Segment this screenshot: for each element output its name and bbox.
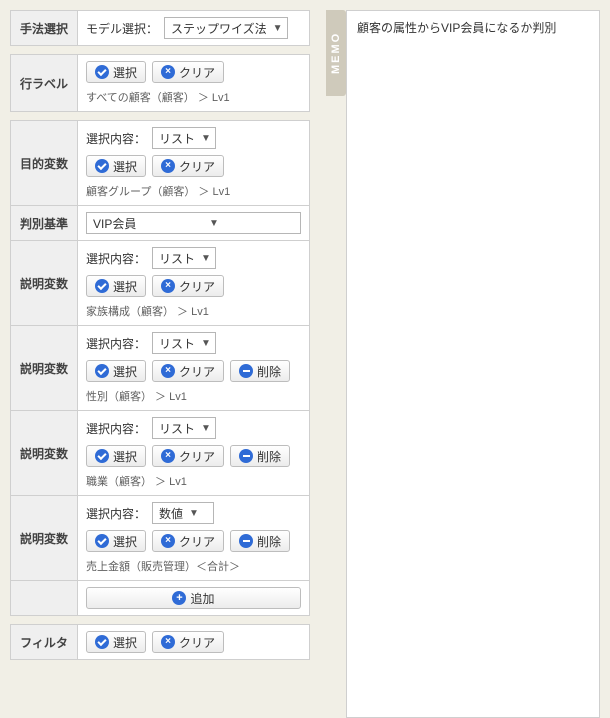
check-icon	[95, 65, 109, 79]
criterion-row: 判別基準 VIP会員 ▼	[11, 205, 309, 240]
close-icon	[161, 449, 175, 463]
row-label-label: 行ラベル	[11, 55, 78, 111]
memo-panel: MEMO 顧客の属性からVIP会員になるか判別	[326, 10, 600, 718]
exp2-clear-button[interactable]: クリア	[152, 360, 224, 382]
filter-group: フィルタ 選択 クリア	[10, 624, 310, 660]
check-icon	[95, 449, 109, 463]
settings-panel: 手法選択 モデル選択： ステップワイズ法 ▼ 行ラベル 選択	[10, 10, 310, 660]
filter-clear-button[interactable]: クリア	[152, 631, 224, 653]
exp3-clear-button[interactable]: クリア	[152, 445, 224, 467]
row-label-info: すべての顧客（顧客） ＞ Lv1	[86, 89, 301, 105]
objective-select-button[interactable]: 選択	[86, 155, 146, 177]
explanatory-label: 説明変数	[11, 326, 78, 410]
objective-type-select[interactable]: リスト ▼	[152, 127, 216, 149]
close-icon	[161, 65, 175, 79]
objective-info: 顧客グループ（顧客） ＞ Lv1	[86, 183, 301, 199]
exp4-clear-button[interactable]: クリア	[152, 530, 224, 552]
exp1-select-button[interactable]: 選択	[86, 275, 146, 297]
exp2-select-button[interactable]: 選択	[86, 360, 146, 382]
plus-icon	[172, 591, 186, 605]
row-label-group: 行ラベル 選択 クリア すべての顧客（顧客） ＞ Lv1	[10, 54, 310, 112]
exp1-info: 家族構成（顧客） ＞ Lv1	[86, 303, 301, 319]
minus-icon	[239, 534, 253, 548]
close-icon	[161, 364, 175, 378]
exp2-info: 性別（顧客） ＞ Lv1	[86, 388, 301, 404]
memo-tab[interactable]: MEMO	[326, 10, 346, 96]
criterion-label: 判別基準	[11, 206, 78, 240]
exp3-select-button[interactable]: 選択	[86, 445, 146, 467]
minus-icon	[239, 364, 253, 378]
chevron-down-icon: ▼	[201, 253, 211, 264]
chevron-down-icon: ▼	[273, 23, 283, 34]
explanatory-row-4: 説明変数 選択内容： 数値▼ 選択 クリア 削除 売上金額（販売管理）＜合計＞	[11, 495, 309, 580]
explanatory-label: 説明変数	[11, 496, 78, 580]
exp4-delete-button[interactable]: 削除	[230, 530, 290, 552]
chevron-down-icon: ▼	[209, 218, 219, 229]
exp1-type-select[interactable]: リスト▼	[152, 247, 216, 269]
objective-label: 目的変数	[11, 121, 78, 205]
variables-group: 目的変数 選択内容： リスト ▼ 選択 クリア 顧客グループ（顧客） ＞ Lv1…	[10, 120, 310, 616]
explanatory-label: 説明変数	[11, 241, 78, 325]
exp2-delete-button[interactable]: 削除	[230, 360, 290, 382]
chevron-down-icon: ▼	[201, 133, 211, 144]
explanatory-row-2: 説明変数 選択内容： リスト▼ 選択 クリア 削除 性別（顧客） ＞ Lv1	[11, 325, 309, 410]
close-icon	[161, 534, 175, 548]
exp4-info: 売上金額（販売管理）＜合計＞	[86, 558, 301, 574]
close-icon	[161, 279, 175, 293]
method-group: 手法選択 モデル選択： ステップワイズ法 ▼	[10, 10, 310, 46]
exp4-select-button[interactable]: 選択	[86, 530, 146, 552]
chevron-down-icon: ▼	[201, 423, 211, 434]
close-icon	[161, 159, 175, 173]
check-icon	[95, 279, 109, 293]
exp4-type-select[interactable]: 数値▼	[152, 502, 214, 524]
add-explanatory-button[interactable]: 追加	[86, 587, 301, 609]
chevron-down-icon: ▼	[189, 508, 199, 519]
close-icon	[161, 635, 175, 649]
filter-label: フィルタ	[11, 625, 78, 659]
objective-row: 目的変数 選択内容： リスト ▼ 選択 クリア 顧客グループ（顧客） ＞ Lv1	[11, 121, 309, 205]
objective-clear-button[interactable]: クリア	[152, 155, 224, 177]
criterion-select[interactable]: VIP会員 ▼	[86, 212, 301, 234]
model-select-label: モデル選択：	[86, 20, 158, 37]
exp3-info: 職業（顧客） ＞ Lv1	[86, 473, 301, 489]
explanatory-row-3: 説明変数 選択内容： リスト▼ 選択 クリア 削除 職業（顧客） ＞ Lv1	[11, 410, 309, 495]
exp3-type-select[interactable]: リスト▼	[152, 417, 216, 439]
exp1-clear-button[interactable]: クリア	[152, 275, 224, 297]
model-select[interactable]: ステップワイズ法 ▼	[164, 17, 288, 39]
row-label-clear-button[interactable]: クリア	[152, 61, 224, 83]
chevron-down-icon: ▼	[201, 338, 211, 349]
check-icon	[95, 534, 109, 548]
filter-select-button[interactable]: 選択	[86, 631, 146, 653]
check-icon	[95, 364, 109, 378]
method-label: 手法選択	[11, 11, 78, 45]
explanatory-label: 説明変数	[11, 411, 78, 495]
minus-icon	[239, 449, 253, 463]
explanatory-row-1: 説明変数 選択内容： リスト▼ 選択 クリア 家族構成（顧客） ＞ Lv1	[11, 240, 309, 325]
check-icon	[95, 159, 109, 173]
row-label-select-button[interactable]: 選択	[86, 61, 146, 83]
check-icon	[95, 635, 109, 649]
exp3-delete-button[interactable]: 削除	[230, 445, 290, 467]
model-select-value: ステップワイズ法	[171, 20, 267, 37]
memo-text[interactable]: 顧客の属性からVIP会員になるか判別	[346, 10, 600, 718]
add-row: 追加	[11, 580, 309, 615]
exp2-type-select[interactable]: リスト▼	[152, 332, 216, 354]
add-label-spacer	[11, 581, 78, 615]
